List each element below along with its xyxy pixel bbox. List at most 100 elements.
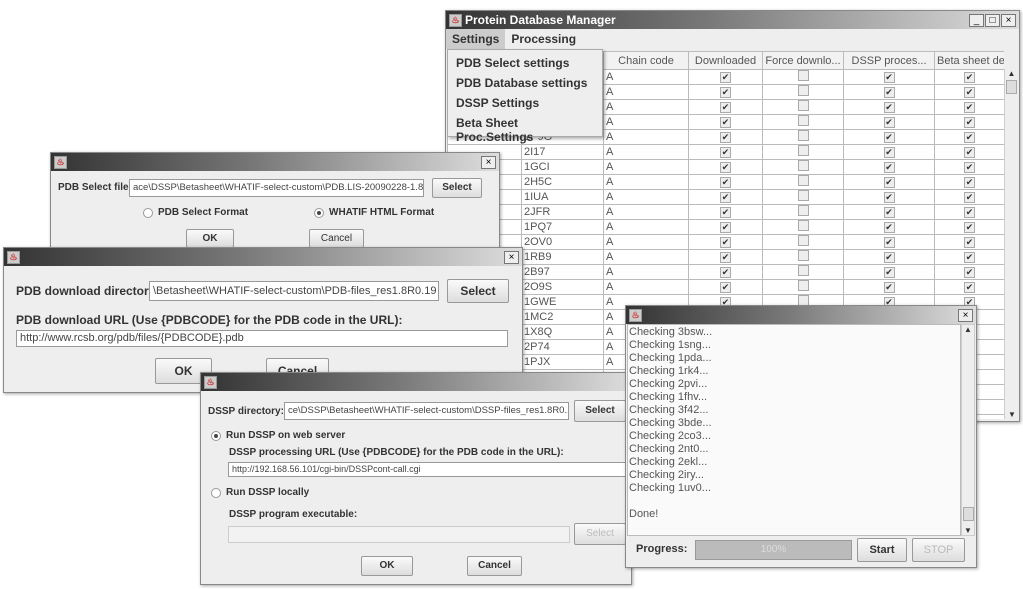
checkbox-downloaded[interactable]: ✔ [720, 252, 731, 263]
dssp-url-input[interactable]: http://192.168.56.101/cgi-bin/DSSPcont-c… [228, 462, 628, 477]
checkbox-downloaded[interactable]: ✔ [720, 267, 731, 278]
pdb-download-url-input[interactable]: http://www.rcsb.org/pdb/files/{PDBCODE}.… [16, 330, 508, 347]
checkbox-beta-sheet[interactable]: ✔ [964, 237, 975, 248]
column-header[interactable]: DSSP proces... [843, 51, 935, 70]
close-button[interactable]: × [504, 250, 519, 264]
stop-button[interactable]: STOP [912, 538, 965, 562]
radio-pdb-select-format[interactable]: PDB Select Format [143, 207, 248, 218]
close-button[interactable]: × [1001, 13, 1016, 27]
scroll-down-icon[interactable]: ▼ [1005, 410, 1019, 419]
menu-item-pdb-select-settings[interactable]: PDB Select settings [448, 53, 602, 73]
checkbox-downloaded[interactable]: ✔ [720, 132, 731, 143]
checkbox-dssp-processed[interactable]: ✔ [883, 87, 895, 98]
executable-select-button[interactable]: Select [574, 523, 626, 545]
checkbox-downloaded[interactable]: ✔ [720, 102, 731, 113]
checkbox-dssp-processed[interactable]: ✔ [883, 177, 895, 188]
radio-run-dssp-web-server[interactable]: Run DSSP on web server [211, 430, 345, 441]
checkbox-dssp-processed[interactable]: ✔ [883, 132, 895, 143]
column-header[interactable]: Chain code [603, 51, 689, 70]
table-row[interactable]: 1GCI A ✔ ✔ ✔ [447, 159, 1004, 175]
select-button[interactable]: Select [574, 400, 626, 422]
checkbox-force-download[interactable] [797, 235, 809, 246]
checkbox-downloaded[interactable]: ✔ [720, 87, 731, 98]
table-row[interactable]: 2O9S A ✔ ✔ ✔ [447, 279, 1004, 295]
menu-item-beta-sheet-settings[interactable]: Beta Sheet Proc.Settings [448, 113, 602, 144]
column-header[interactable]: Downloaded [688, 51, 763, 70]
checkbox-dssp-processed[interactable]: ✔ [883, 207, 895, 218]
start-button[interactable]: Start [857, 538, 907, 562]
column-header[interactable]: Beta sheet de... [934, 51, 1004, 70]
checkbox-dssp-processed[interactable]: ✔ [883, 237, 895, 248]
cancel-button[interactable]: Cancel [309, 229, 364, 248]
table-row[interactable]: 2H5C A ✔ ✔ ✔ [447, 174, 1004, 190]
menu-settings[interactable]: Settings [446, 29, 506, 49]
checkbox-beta-sheet[interactable]: ✔ [964, 102, 975, 113]
table-row[interactable]: 2B97 A ✔ ✔ ✔ [447, 264, 1004, 280]
checkbox-dssp-processed[interactable]: ✔ [883, 192, 895, 203]
pdb-download-directory-input[interactable]: \Betasheet\WHATIF-select-custom\PDB-file… [149, 281, 439, 301]
checkbox-dssp-processed[interactable]: ✔ [883, 117, 895, 128]
ok-button[interactable]: OK [361, 556, 413, 576]
checkbox-force-download[interactable] [797, 220, 809, 231]
checkbox-force-download[interactable] [797, 130, 809, 141]
column-header[interactable]: Force downlo... [762, 51, 844, 70]
checkbox-force-download[interactable] [797, 265, 809, 276]
checkbox-downloaded[interactable]: ✔ [720, 222, 731, 233]
checkbox-beta-sheet[interactable]: ✔ [964, 162, 975, 173]
scroll-up-icon[interactable]: ▲ [1005, 69, 1018, 78]
scroll-thumb[interactable] [1006, 80, 1017, 94]
close-button[interactable]: × [958, 308, 973, 322]
checkbox-beta-sheet[interactable]: ✔ [964, 252, 975, 263]
menu-item-dssp-settings[interactable]: DSSP Settings [448, 93, 602, 113]
scroll-thumb[interactable] [963, 507, 974, 521]
ok-button[interactable]: OK [186, 229, 234, 248]
checkbox-force-download[interactable] [797, 85, 809, 96]
select-button[interactable]: Select [432, 178, 482, 198]
checkbox-force-download[interactable] [797, 100, 809, 111]
checkbox-dssp-processed[interactable]: ✔ [883, 282, 895, 293]
table-row[interactable]: 2JFR A ✔ ✔ ✔ [447, 204, 1004, 220]
cancel-button[interactable]: Cancel [467, 556, 522, 576]
checkbox-force-download[interactable] [797, 160, 809, 171]
maximize-button[interactable]: □ [985, 13, 1000, 27]
radio-run-dssp-locally[interactable]: Run DSSP locally [211, 487, 309, 498]
log-area[interactable]: Checking 3bsw... Checking 1sng... Checking… [627, 324, 961, 536]
checkbox-beta-sheet[interactable]: ✔ [964, 282, 975, 293]
checkbox-dssp-processed[interactable]: ✔ [883, 222, 895, 233]
menu-item-pdb-database-settings[interactable]: PDB Database settings [448, 73, 602, 93]
checkbox-dssp-processed[interactable]: ✔ [883, 267, 895, 278]
checkbox-downloaded[interactable]: ✔ [720, 207, 731, 218]
checkbox-downloaded[interactable]: ✔ [720, 237, 731, 248]
checkbox-beta-sheet[interactable]: ✔ [964, 147, 975, 158]
table-scrollbar[interactable]: ▲ ▼ [1004, 69, 1018, 419]
checkbox-force-download[interactable] [797, 175, 809, 186]
checkbox-dssp-processed[interactable]: ✔ [883, 102, 895, 113]
checkbox-beta-sheet[interactable]: ✔ [964, 177, 975, 188]
scroll-down-icon[interactable]: ▼ [962, 526, 974, 535]
minimize-button[interactable]: _ [969, 13, 984, 27]
checkbox-force-download[interactable] [797, 115, 809, 126]
table-row[interactable]: 2OV0 A ✔ ✔ ✔ [447, 234, 1004, 250]
dssp-executable-input[interactable] [228, 526, 570, 543]
checkbox-force-download[interactable] [797, 280, 809, 291]
checkbox-dssp-processed[interactable]: ✔ [883, 147, 895, 158]
checkbox-downloaded[interactable]: ✔ [720, 117, 731, 128]
checkbox-beta-sheet[interactable]: ✔ [964, 267, 975, 278]
checkbox-downloaded[interactable]: ✔ [720, 147, 731, 158]
checkbox-beta-sheet[interactable]: ✔ [964, 192, 975, 203]
checkbox-beta-sheet[interactable]: ✔ [964, 132, 975, 143]
checkbox-beta-sheet[interactable]: ✔ [964, 72, 975, 83]
checkbox-downloaded[interactable]: ✔ [720, 282, 731, 293]
table-row[interactable]: 1RB9 A ✔ ✔ ✔ [447, 249, 1004, 265]
checkbox-beta-sheet[interactable]: ✔ [964, 222, 975, 233]
close-button[interactable]: × [481, 155, 496, 169]
checkbox-force-download[interactable] [797, 190, 809, 201]
dssp-directory-input[interactable]: ce\DSSP\Betasheet\WHATIF-select-custom\D… [284, 402, 569, 420]
table-row[interactable]: 2I17 A ✔ ✔ ✔ [447, 144, 1004, 160]
checkbox-force-download[interactable] [797, 205, 809, 216]
checkbox-beta-sheet[interactable]: ✔ [964, 87, 975, 98]
checkbox-downloaded[interactable]: ✔ [720, 177, 731, 188]
checkbox-dssp-processed[interactable]: ✔ [883, 72, 895, 83]
checkbox-dssp-processed[interactable]: ✔ [883, 252, 895, 263]
checkbox-force-download[interactable] [797, 250, 809, 261]
